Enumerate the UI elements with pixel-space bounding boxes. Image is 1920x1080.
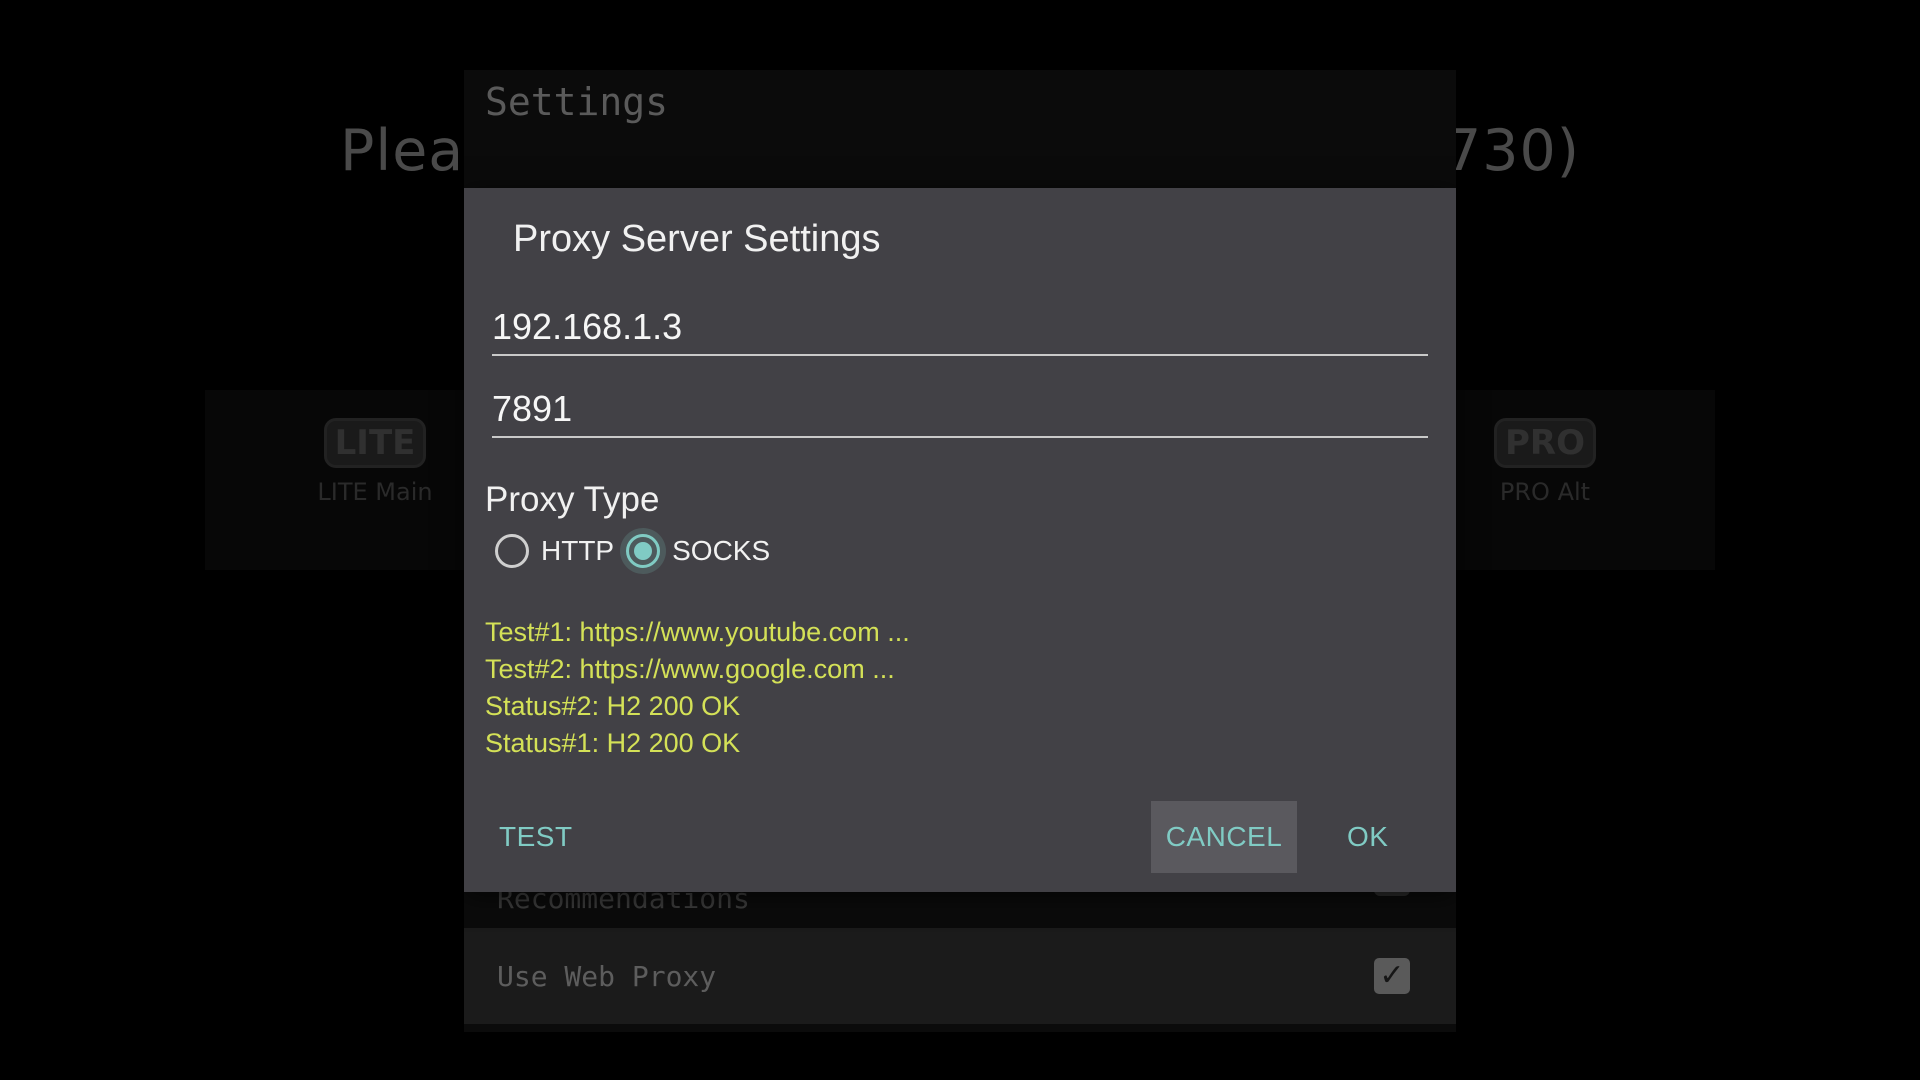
use-web-proxy-checkbox: ✓ [1374, 958, 1410, 994]
proxy-type-label: Proxy Type [485, 480, 660, 519]
settings-title: Settings [485, 80, 669, 124]
radio-option-socks[interactable]: SOCKS [620, 528, 771, 574]
use-web-proxy-label: Use Web Proxy [497, 960, 717, 993]
cancel-button[interactable]: CANCEL [1151, 801, 1297, 873]
proxy-host-field [492, 292, 1428, 356]
radio-label-socks: SOCKS [672, 535, 771, 566]
checkmark-icon: ✓ [1379, 958, 1405, 993]
log-line: Test#2: https://www.google.com ... [485, 654, 895, 684]
log-line: Test#1: https://www.youtube.com ... [485, 617, 910, 647]
ok-button[interactable]: OK [1330, 801, 1405, 873]
background-tile-lite: LITE LITE Main [295, 418, 455, 506]
background-heading-right: 730) [1444, 118, 1580, 184]
background-heading-left: Plea [340, 118, 465, 184]
background-tile-pro: PRO PRO Alt [1465, 418, 1625, 506]
dialog-title: Proxy Server Settings [513, 218, 881, 260]
radio-checked-icon[interactable] [620, 528, 667, 574]
proxy-type-radio-group: HTTP SOCKS [495, 528, 782, 574]
proxy-port-input[interactable] [492, 388, 1428, 430]
pro-icon: PRO [1493, 418, 1596, 468]
radio-unchecked-icon[interactable] [495, 534, 529, 568]
log-line: Status#1: H2 200 OK [485, 728, 741, 758]
background-tile-label: LITE Main [317, 478, 433, 506]
background-tile-label: PRO Alt [1499, 478, 1591, 506]
proxy-settings-dialog: Proxy Server Settings Proxy Type HTTP SO… [464, 188, 1456, 892]
proxy-port-field [492, 374, 1428, 438]
test-log: Test#1: https://www.youtube.com ... Test… [485, 614, 910, 762]
radio-label-http: HTTP [541, 535, 615, 566]
lite-icon: LITE [323, 418, 427, 468]
test-button[interactable]: TEST [482, 801, 590, 873]
use-web-proxy-row: Use Web Proxy ✓ [464, 928, 1456, 1024]
proxy-host-input[interactable] [492, 306, 1428, 348]
log-line: Status#2: H2 200 OK [485, 691, 741, 721]
radio-option-http[interactable]: HTTP [495, 534, 614, 568]
